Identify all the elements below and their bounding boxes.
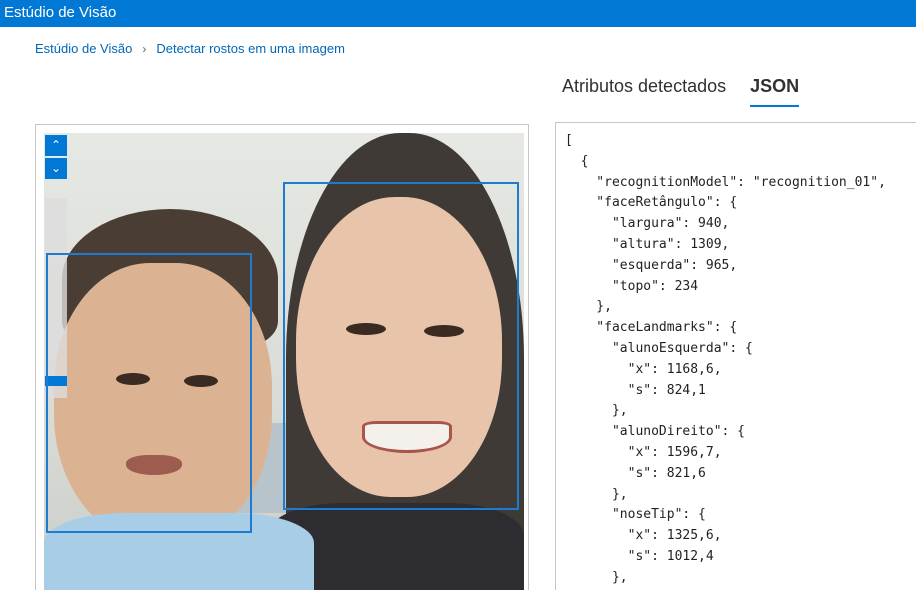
json-line: "largura": 940, xyxy=(565,216,730,232)
json-line: }, xyxy=(565,569,628,585)
json-line: "esquerda": 965, xyxy=(565,257,738,273)
json-line: "x": 1168,6, xyxy=(565,361,722,377)
json-line: "faceRetângulo": { xyxy=(565,195,738,211)
json-line: "noseTip": { xyxy=(565,507,706,523)
image-viewer: ⌃ ⌄ xyxy=(35,124,529,590)
json-line: "x": 1325,6, xyxy=(565,528,722,544)
face-box-woman[interactable] xyxy=(283,182,519,510)
json-line: "recognitionModel": "recognition_01", xyxy=(565,174,886,190)
json-line: "s": 824,1 xyxy=(565,382,706,398)
app-header: Estúdio de Visão xyxy=(0,0,916,27)
zoom-in-button[interactable]: ⌃ xyxy=(45,135,67,156)
zoom-out-button[interactable]: ⌄ xyxy=(45,158,67,179)
json-line: }, xyxy=(565,403,628,419)
face-box-child[interactable] xyxy=(46,253,252,533)
json-line: "s": 1012,4 xyxy=(565,548,714,564)
json-line: "s": 821,6 xyxy=(565,465,706,481)
json-line: "alunoEsquerda": { xyxy=(565,340,753,356)
breadcrumb-separator-icon: › xyxy=(142,41,147,56)
result-tabs: Atributos detectados JSON xyxy=(562,76,823,107)
json-line: "topo": 234 xyxy=(565,278,699,294)
json-line: }, xyxy=(565,299,612,315)
json-line: "altura": 1309, xyxy=(565,236,730,252)
breadcrumb-current[interactable]: Detectar rostos em uma imagem xyxy=(156,41,345,56)
tab-json[interactable]: JSON xyxy=(750,76,800,107)
json-line: }, xyxy=(565,486,628,502)
breadcrumb-home-link[interactable]: Estúdio de Visão xyxy=(35,41,132,56)
json-output-panel[interactable]: [ { "recognitionModel": "recognition_01"… xyxy=(555,122,916,590)
breadcrumb: Estúdio de Visão › Detectar rostos em um… xyxy=(35,41,345,56)
chevron-down-icon: ⌄ xyxy=(50,161,62,175)
app-title: Estúdio de Visão xyxy=(4,4,117,21)
json-code-block: [ { "recognitionModel": "recognition_01"… xyxy=(565,131,886,589)
json-line: { xyxy=(565,153,589,169)
json-line: "faceLandmarks": { xyxy=(565,320,738,336)
json-line: [ xyxy=(565,133,573,148)
json-line: "alunoDireito": { xyxy=(565,424,746,440)
tab-detected-attributes[interactable]: Atributos detectados xyxy=(562,76,726,107)
json-line: "x": 1596,7, xyxy=(565,444,722,460)
chevron-up-icon: ⌃ xyxy=(50,138,62,152)
